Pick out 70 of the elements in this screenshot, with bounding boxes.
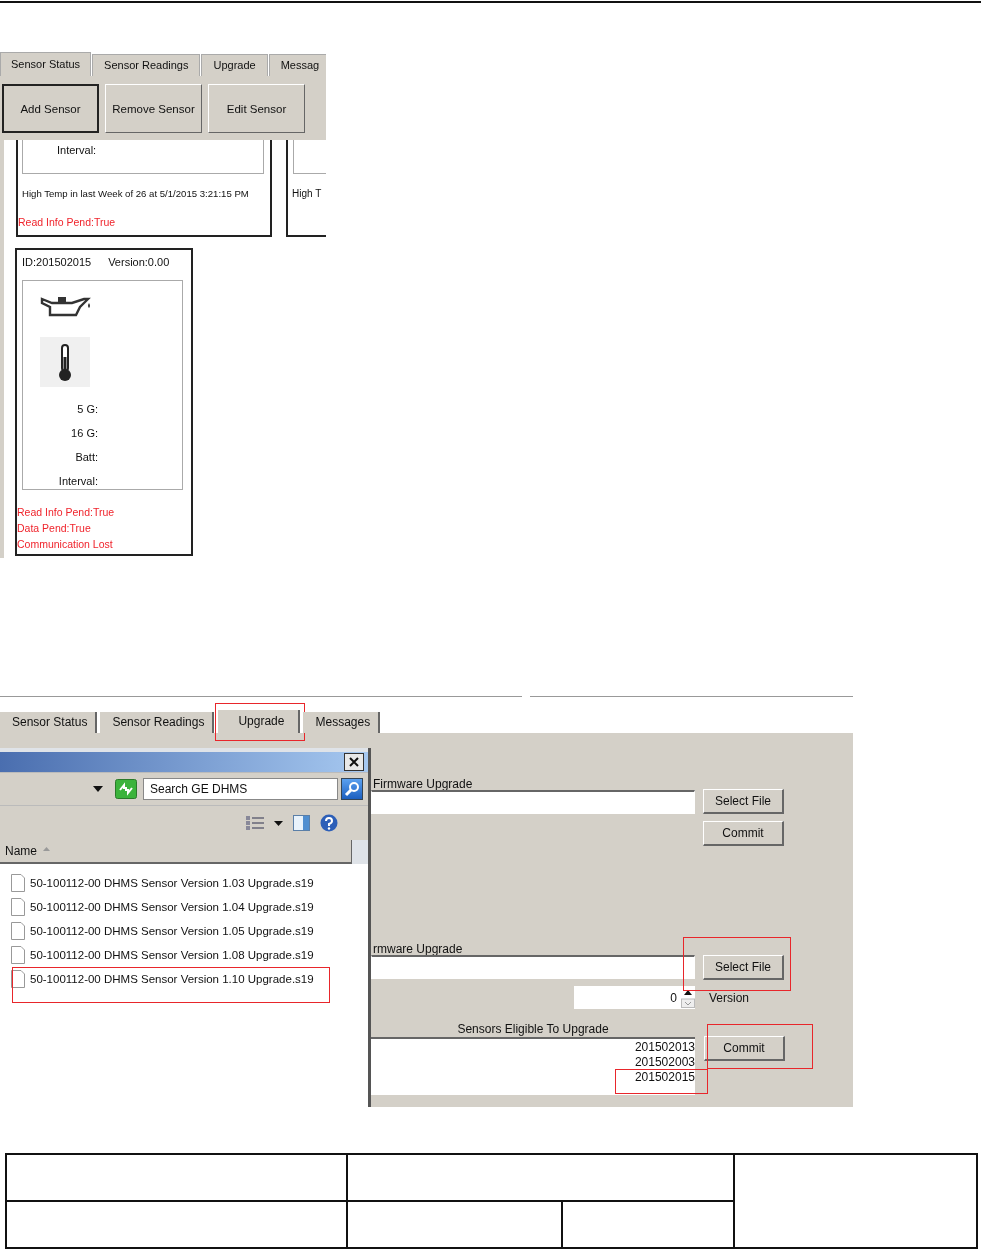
search-field[interactable]: Search GE DHMS (143, 778, 338, 800)
field-label: 16 G: (70, 426, 98, 441)
thermometer-icon (40, 337, 90, 387)
section-title: Firmware Upgrade (373, 777, 474, 791)
button[interactable]: Add Sensor (2, 84, 99, 133)
caret-icon (93, 786, 103, 792)
alert-text: High Temp in last Week of 26 at 5/1/2015 3:21:15 PM (22, 188, 250, 200)
file-icon (11, 922, 25, 940)
version-spinner[interactable]: 0 (574, 986, 695, 1009)
file-name: 50-100112-00 DHMS Sensor Version 1.05 Upgrade.s19 (30, 925, 314, 937)
tab[interactable]: Sensor Readings (92, 54, 201, 76)
column-header[interactable]: Name (0, 840, 352, 864)
tab[interactable]: Upgrade (217, 710, 301, 733)
search-icon (344, 781, 360, 797)
tab[interactable]: Sensor Readings (100, 712, 215, 733)
tab[interactable]: Messag (268, 54, 326, 76)
tab[interactable]: Sensor Status (0, 52, 92, 76)
spinner-value: 0 (670, 990, 677, 1005)
search-button[interactable] (341, 778, 363, 800)
file-name: 50-100112-00 DHMS Sensor Version 1.10 Upgrade.s19 (30, 973, 314, 985)
file-icon (11, 946, 25, 964)
list-item[interactable]: 201502003 (371, 1055, 696, 1070)
file-item[interactable]: 50-100112-00 DHMS Sensor Version 1.04 Upgrade.s19 (0, 895, 368, 919)
view-list-icon (246, 816, 264, 830)
button[interactable]: Select File (703, 789, 784, 814)
field-label: Interval: (57, 144, 98, 156)
field-label: Batt: (74, 450, 98, 465)
column-label: Name (5, 844, 37, 858)
status-text: Read Info Pend:True (18, 215, 117, 230)
help-icon (320, 814, 338, 832)
oil-can-icon (40, 295, 92, 317)
list-item[interactable]: 201502013 (371, 1040, 696, 1055)
file-item[interactable]: 50-100112-00 DHMS Sensor Version 1.10 Upgrade.s19 (0, 967, 368, 991)
alert-text: High T (292, 188, 323, 200)
button[interactable]: Select File (703, 955, 784, 980)
tab[interactable]: Messages (303, 712, 381, 733)
status-text: Read Info Pend:True (17, 505, 116, 520)
file-name: 50-100112-00 DHMS Sensor Version 1.08 Upgrade.s19 (30, 949, 314, 961)
close-icon (348, 757, 360, 767)
list-item[interactable]: 201502015 (371, 1070, 696, 1085)
section-title: rmware Upgrade (373, 942, 464, 956)
file-item[interactable]: 50-100112-00 DHMS Sensor Version 1.03 Upgrade.s19 (0, 871, 368, 895)
file-item[interactable]: 50-100112-00 DHMS Sensor Version 1.08 Upgrade.s19 (0, 943, 368, 967)
close-button[interactable] (344, 753, 364, 771)
tab[interactable]: Sensor Status (0, 712, 98, 733)
file-icon (11, 898, 25, 916)
tab[interactable]: Upgrade (201, 54, 268, 76)
status-text: Communication Lost (17, 537, 114, 552)
button[interactable]: Edit Sensor (208, 84, 305, 133)
file-path-field[interactable] (371, 955, 695, 979)
button[interactable]: Commit (704, 1036, 785, 1061)
pane-icon (293, 815, 310, 831)
sensor-id: ID:201502015 (22, 256, 92, 270)
file-name: 50-100112-00 DHMS Sensor Version 1.03 Upgrade.s19 (30, 877, 314, 889)
status-text: Data Pend:True (17, 521, 92, 536)
version-label: Version (709, 990, 750, 1005)
file-icon (11, 970, 25, 988)
file-item[interactable]: 50-100112-00 DHMS Sensor Version 1.05 Upgrade.s19 (0, 919, 368, 943)
sort-arrow-icon (43, 846, 50, 851)
field-label: Interval: (57, 474, 98, 489)
caret-icon (274, 820, 283, 826)
button[interactable]: Remove Sensor (105, 84, 202, 133)
refresh-icon (115, 779, 137, 799)
button[interactable]: Commit (703, 821, 784, 846)
list-title: Sensors Eligible To Upgrade (456, 1022, 610, 1037)
file-path-field[interactable] (371, 790, 695, 814)
version-text: Version:0.00 (108, 256, 170, 270)
file-name: 50-100112-00 DHMS Sensor Version 1.04 Upgrade.s19 (30, 901, 314, 913)
field-label: 5 G: (76, 402, 98, 417)
file-icon (11, 874, 25, 892)
